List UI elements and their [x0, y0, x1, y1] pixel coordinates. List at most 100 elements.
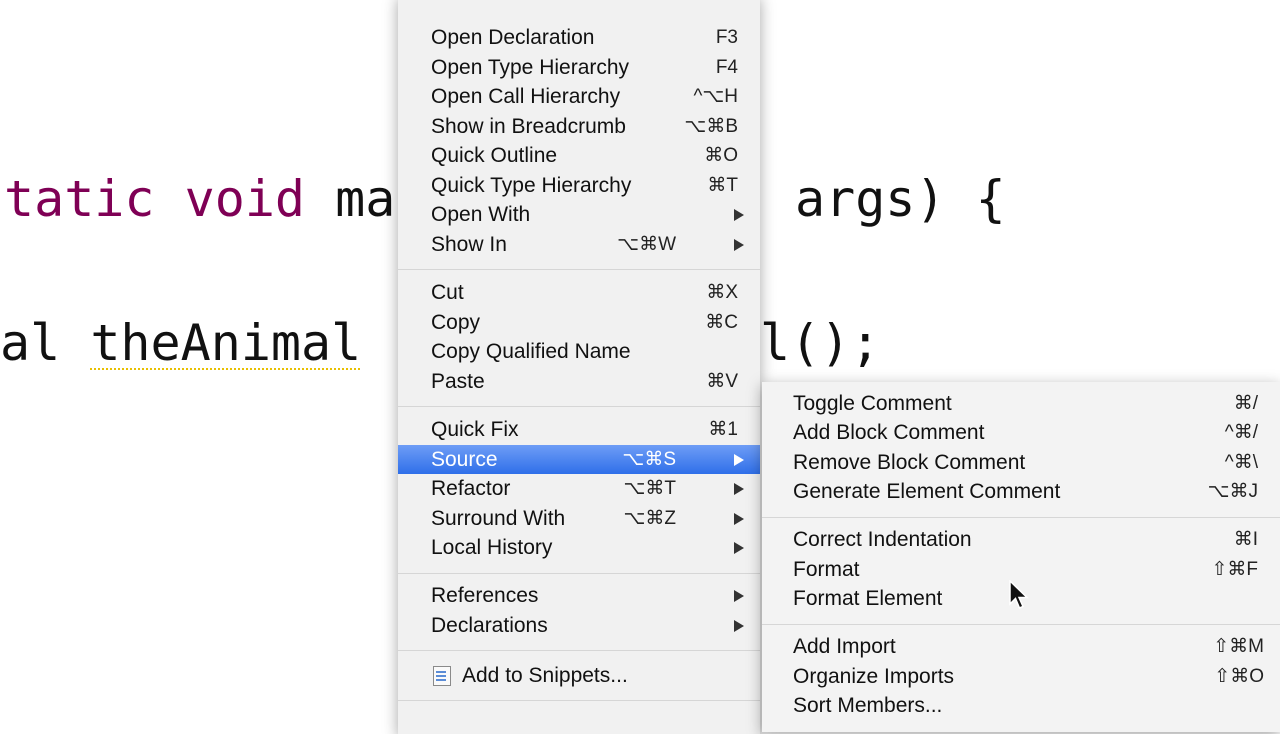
menu-item-sort-members[interactable]: Sort Members...	[762, 691, 1280, 720]
menu-item-label: Show in Breadcrumb	[431, 115, 626, 138]
menu-item-label: Toggle Comment	[793, 392, 952, 415]
menu-item-add-import[interactable]: Add Import ⇧⌘M	[762, 632, 1280, 661]
menu-item-references[interactable]: References	[398, 581, 760, 610]
code-line-declaration: al theAnimal	[0, 314, 361, 372]
menu-item-label: Paste	[431, 370, 485, 393]
menu-item-toggle-comment[interactable]: Toggle Comment ⌘/	[762, 389, 1280, 418]
menu-item-label: Organize Imports	[793, 665, 955, 688]
menu-item-source[interactable]: Source ⌥⌘S	[398, 445, 760, 474]
menu-separator	[762, 517, 1280, 518]
menu-item-shortcut: ⌥⌘W	[617, 234, 676, 255]
menu-separator	[398, 406, 760, 407]
menu-item-shortcut: ⌘1	[708, 419, 738, 440]
menu-item-shortcut: ⌥⌘J	[1207, 481, 1258, 502]
menu-item-paste[interactable]: Paste ⌘V	[398, 367, 760, 396]
menu-item-open-with[interactable]: Open With	[398, 200, 760, 229]
menu-item-label: Quick Fix	[431, 418, 519, 441]
menu-item-shortcut: ^⌥H	[693, 86, 738, 107]
menu-item-shortcut: ⌘/	[1233, 393, 1258, 414]
menu-item-open-type-hierarchy[interactable]: Open Type Hierarchy F4	[398, 53, 760, 82]
menu-item-copy[interactable]: Copy ⌘C	[398, 308, 760, 337]
menu-item-label: Correct Indentation	[793, 528, 972, 551]
menu-item-shortcut: ⌘O	[704, 145, 738, 166]
menu-item-label: Remove Block Comment	[793, 451, 1026, 474]
variable-theanimal: theAnimal	[90, 314, 362, 372]
menu-item-shortcut: ⇧⌘M	[1213, 636, 1264, 657]
menu-item-shortcut: ⌥⌘B	[684, 116, 738, 137]
menu-item-label: Generate Element Comment	[793, 480, 1061, 503]
submenu-arrow-icon	[734, 620, 744, 632]
code-line-args: args) {	[795, 170, 1006, 228]
menu-item-organize-imports[interactable]: Organize Imports ⇧⌘O	[762, 662, 1280, 691]
menu-item-open-call-hierarchy[interactable]: Open Call Hierarchy ^⌥H	[398, 82, 760, 111]
menu-item-declarations[interactable]: Declarations	[398, 611, 760, 640]
menu-item-label: References	[431, 584, 539, 607]
menu-item-label: Source	[431, 448, 498, 471]
menu-item-shortcut: F4	[715, 57, 738, 78]
submenu-arrow-icon	[734, 590, 744, 602]
menu-item-quick-type-hierarchy[interactable]: Quick Type Hierarchy ⌘T	[398, 171, 760, 200]
menu-item-label: Add Import	[793, 635, 896, 658]
code-line-method-signature: tatic void ma	[4, 170, 395, 228]
menu-item-shortcut: ⇧⌘F	[1211, 559, 1258, 580]
submenu-arrow-icon	[734, 542, 744, 554]
menu-item-local-history[interactable]: Local History	[398, 533, 760, 562]
menu-item-shortcut: ^⌘/	[1224, 422, 1258, 443]
menu-item-label: Add to Snippets...	[462, 664, 628, 687]
menu-item-shortcut: ⌘X	[706, 282, 738, 303]
menu-item-label: Format Element	[793, 587, 943, 610]
menu-item-add-block-comment[interactable]: Add Block Comment ^⌘/	[762, 418, 1280, 447]
menu-item-shortcut: ^⌘\	[1224, 452, 1258, 473]
menu-item-label: Refactor	[431, 477, 511, 500]
menu-item-shortcut: ⌘T	[707, 175, 738, 196]
menu-item-label: Open Type Hierarchy	[431, 56, 630, 79]
menu-item-label: Quick Outline	[431, 144, 558, 167]
menu-item-add-to-snippets[interactable]: Add to Snippets...	[398, 661, 760, 690]
submenu-arrow-icon	[734, 483, 744, 495]
menu-item-show-in[interactable]: Show In ⌥⌘W	[398, 230, 760, 259]
menu-item-correct-indentation[interactable]: Correct Indentation ⌘I	[762, 525, 1280, 554]
menu-item-copy-qualified-name[interactable]: Copy Qualified Name	[398, 337, 760, 366]
menu-item-quick-outline[interactable]: Quick Outline ⌘O	[398, 141, 760, 170]
menu-item-shortcut: ⇧⌘O	[1214, 666, 1264, 687]
menu-item-label: Cut	[431, 281, 464, 304]
menu-item-label: Open With	[431, 203, 531, 226]
menu-item-cut[interactable]: Cut ⌘X	[398, 278, 760, 307]
code-type-fragment: al	[0, 314, 91, 372]
menu-item-open-declaration[interactable]: Open Declaration F3	[398, 23, 760, 52]
menu-item-label: Open Call Hierarchy	[431, 85, 621, 108]
menu-item-generate-element-comment[interactable]: Generate Element Comment ⌥⌘J	[762, 477, 1280, 506]
menu-item-remove-block-comment[interactable]: Remove Block Comment ^⌘\	[762, 448, 1280, 477]
menu-item-shortcut: ⌥⌘Z	[623, 508, 676, 529]
menu-item-label: Add Block Comment	[793, 421, 985, 444]
menu-item-shortcut: ⌘I	[1233, 529, 1258, 550]
menu-item-show-in-breadcrumb[interactable]: Show in Breadcrumb ⌥⌘B	[398, 112, 760, 141]
menu-item-label: Format	[793, 558, 860, 581]
submenu-arrow-icon	[734, 454, 744, 466]
menu-item-label: Sort Members...	[793, 694, 943, 717]
menu-item-label: Show In	[431, 233, 507, 256]
menu-item-shortcut: F3	[715, 27, 738, 48]
menu-item-label: Declarations	[431, 614, 548, 637]
mouse-pointer-icon	[1009, 580, 1029, 609]
code-text-method: ma	[305, 170, 396, 228]
snippet-icon	[433, 666, 451, 686]
menu-item-label: Surround With	[431, 507, 566, 530]
menu-item-quick-fix[interactable]: Quick Fix ⌘1	[398, 415, 760, 444]
menu-item-shortcut: ⌘V	[706, 371, 738, 392]
menu-separator	[398, 700, 760, 701]
menu-item-label: Local History	[431, 536, 553, 559]
menu-separator	[762, 624, 1280, 625]
menu-item-shortcut: ⌥⌘S	[622, 449, 676, 470]
keyword-static: tatic	[4, 170, 155, 228]
submenu-arrow-icon	[734, 209, 744, 221]
menu-item-surround-with[interactable]: Surround With ⌥⌘Z	[398, 504, 760, 533]
source-submenu: Toggle Comment ⌘/ Add Block Comment ^⌘/ …	[762, 382, 1280, 732]
menu-item-refactor[interactable]: Refactor ⌥⌘T	[398, 474, 760, 503]
submenu-arrow-icon	[734, 513, 744, 525]
code-line-constructor: l();	[760, 314, 881, 372]
menu-separator	[398, 650, 760, 651]
menu-item-shortcut: ⌥⌘T	[623, 478, 676, 499]
menu-item-label: Copy	[431, 311, 481, 334]
